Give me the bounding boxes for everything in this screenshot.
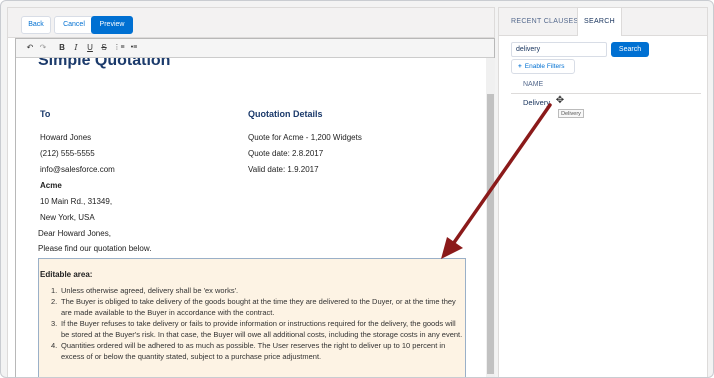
list-item: 1. Unless otherwise agreed, delivery shal… <box>51 286 239 295</box>
address-line-1: 10 Main Rd., 31349, <box>40 197 113 206</box>
enable-filters-button[interactable]: + Enable Filters <box>511 59 575 74</box>
list-item: 4. Quantities ordered will be adhered to … <box>51 341 446 361</box>
result-row-delivery[interactable]: Delivery <box>511 96 701 110</box>
to-heading: To <box>40 109 51 119</box>
italic-icon[interactable]: I <box>70 42 82 54</box>
ordered-list-icon[interactable]: ⋮≡ <box>113 42 125 54</box>
plus-icon: + <box>518 63 522 70</box>
rich-text-editor[interactable]: ↶ ↷ B I U S ⋮≡ •≡ Simple Quotation To Qu… <box>15 38 495 377</box>
to-name: Howard Jones <box>40 133 92 142</box>
intro-text: Please find our quotation below. <box>38 244 152 253</box>
valid-date: Valid date: 1.9.2017 <box>248 165 319 174</box>
document-content[interactable]: Simple Quotation To Quotation Details Ho… <box>16 58 484 377</box>
enable-filters-label: Enable Filters <box>524 63 565 70</box>
clause-list: 1. Unless otherwise agreed, delivery shal… <box>51 285 465 362</box>
list-item: 2. The Buyer is obliged to take delivery … <box>51 297 456 317</box>
editor-pane: Back Cancel Preview ↶ ↷ B I U S ⋮≡ •≡ Si… <box>7 7 495 377</box>
search-button[interactable]: Search <box>611 42 649 57</box>
undo-icon[interactable]: ↶ <box>24 42 36 54</box>
back-button[interactable]: Back <box>21 16 51 34</box>
drag-tooltip: Delivery <box>558 109 584 118</box>
quote-for: Quote for Acme - 1,200 Widgets <box>248 133 362 142</box>
underline-icon[interactable]: U <box>84 42 96 54</box>
editor-scrollbar[interactable] <box>486 58 495 377</box>
editor-topbar: Back Cancel Preview <box>8 8 494 38</box>
address-line-2: New York, USA <box>40 213 95 222</box>
cancel-button[interactable]: Cancel <box>54 16 94 34</box>
editor-toolbar: ↶ ↷ B I U S ⋮≡ •≡ <box>16 39 494 58</box>
bullet-list-icon[interactable]: •≡ <box>128 42 140 54</box>
editable-area-heading: Editable area: <box>40 270 93 279</box>
to-email: info@salesforce.com <box>40 165 115 174</box>
tab-recent-clauses[interactable]: RECENT CLAUSES <box>511 18 578 25</box>
app-window: Back Cancel Preview ↶ ↷ B I U S ⋮≡ •≡ Si… <box>0 0 714 378</box>
tab-search[interactable]: SEARCH <box>577 8 622 36</box>
clause-sidebar: RECENT CLAUSES SEARCH delivery Search + E… <box>498 7 708 377</box>
to-phone: (212) 555-5555 <box>40 149 95 158</box>
clause-search-input[interactable]: delivery <box>511 42 607 57</box>
quotation-details-heading: Quotation Details <box>248 109 323 119</box>
sidebar-tabs: RECENT CLAUSES SEARCH <box>499 8 707 36</box>
quote-date: Quote date: 2.8.2017 <box>248 149 324 158</box>
scrollbar-thumb[interactable] <box>487 94 494 374</box>
bold-icon[interactable]: B <box>56 42 68 54</box>
name-column-header: NAME <box>511 76 701 94</box>
preview-button[interactable]: Preview <box>91 16 133 34</box>
move-cursor-icon: ✥ <box>555 95 565 106</box>
editable-area[interactable]: Editable area: 1. Unless otherwise agreed… <box>38 258 466 377</box>
document-title: Simple Quotation <box>38 58 171 69</box>
strikethrough-icon[interactable]: S <box>98 42 110 54</box>
list-item: 3. If the Buyer refuses to take delivery … <box>51 319 463 339</box>
redo-icon[interactable]: ↷ <box>37 42 49 54</box>
greeting: Dear Howard Jones, <box>38 229 111 238</box>
company-name: Acme <box>40 181 62 190</box>
